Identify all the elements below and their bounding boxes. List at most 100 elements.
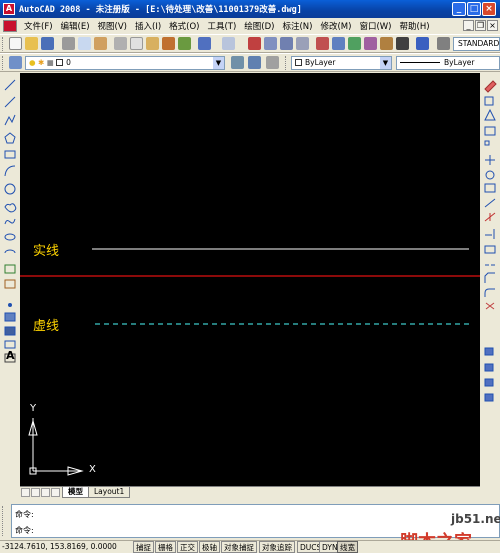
- cut-icon[interactable]: [114, 37, 127, 50]
- region-icon: [4, 340, 16, 349]
- last-tab-icon[interactable]: [51, 488, 60, 497]
- paste-icon[interactable]: [146, 37, 159, 50]
- menu-modify[interactable]: 修改(M): [316, 20, 355, 32]
- doc-restore-button[interactable]: ❐: [475, 20, 486, 31]
- help-icon[interactable]: [416, 37, 429, 50]
- zoom-previous-icon[interactable]: [296, 37, 309, 50]
- command-prompt[interactable]: 命令:: [15, 525, 34, 536]
- layer-previous-icon[interactable]: [248, 56, 261, 69]
- previous-tab-icon[interactable]: [31, 488, 40, 497]
- menu-file[interactable]: 文件(F): [20, 20, 57, 32]
- tool-palettes-icon[interactable]: [348, 37, 361, 50]
- redo-icon[interactable]: [222, 37, 235, 50]
- window-title: AutoCAD 2008 - 未注册版 - [E:\待处理\改善\1100137…: [19, 5, 302, 15]
- layer-on-icon: ●: [29, 58, 36, 67]
- autocad-logo-icon[interactable]: A: [3, 3, 15, 15]
- quickcalc-icon[interactable]: [396, 37, 409, 50]
- chevron-down-icon[interactable]: ▼: [380, 57, 391, 69]
- ortho-toggle[interactable]: 正交: [177, 541, 198, 553]
- mirror-icon: [484, 108, 496, 121]
- chevron-down-icon[interactable]: ▼: [213, 57, 224, 69]
- block-editor-icon[interactable]: [178, 37, 191, 50]
- erase-icon: [484, 80, 497, 93]
- tab-model[interactable]: 模型: [62, 487, 89, 498]
- copy-object-icon: [484, 96, 494, 106]
- zoom-window-icon[interactable]: [280, 37, 293, 50]
- next-tab-icon[interactable]: [41, 488, 50, 497]
- minimize-button[interactable]: _: [452, 2, 466, 16]
- toolbar-grip[interactable]: [2, 37, 5, 51]
- otrack-toggle[interactable]: 对象追踪: [259, 541, 295, 553]
- print-preview-icon[interactable]: [78, 37, 91, 50]
- maximize-button[interactable]: □: [467, 2, 481, 16]
- sheet-set-icon[interactable]: [364, 37, 377, 50]
- drawing-area[interactable]: 实线 虚线 Y X: [20, 73, 480, 486]
- offset-icon: [484, 126, 496, 136]
- break-icon: [484, 245, 496, 254]
- save-icon[interactable]: [41, 37, 54, 50]
- ucs-icon: [28, 418, 84, 476]
- lineweight-toggle[interactable]: 线宽: [337, 541, 358, 553]
- line-icon: [4, 79, 16, 91]
- menu-draw[interactable]: 绘图(D): [240, 20, 278, 32]
- layer-combo[interactable]: ● ✱ ■ 0 ▼: [25, 56, 225, 70]
- spline-icon: [4, 218, 16, 225]
- document-icon[interactable]: [3, 20, 17, 32]
- grid-toggle[interactable]: 栅格: [155, 541, 176, 553]
- text-style-combo[interactable]: STANDARD: [453, 37, 500, 51]
- first-tab-icon[interactable]: [21, 488, 30, 497]
- pan-icon[interactable]: [248, 37, 261, 50]
- draw-toolbar: A: [0, 73, 20, 498]
- command-grip[interactable]: [2, 506, 8, 536]
- toolbar-grip[interactable]: [285, 56, 288, 70]
- doc-close-button[interactable]: ×: [487, 20, 498, 31]
- snap-toggle[interactable]: 捕捉: [133, 541, 154, 553]
- layers-toolbar: ● ✱ ■ 0 ▼ ByLayer ▼ ByLayer: [0, 53, 500, 72]
- osnap-toggle[interactable]: 对象捕捉: [221, 541, 257, 553]
- menu-tools[interactable]: 工具(T): [203, 20, 240, 32]
- undo-icon[interactable]: [198, 37, 211, 50]
- polar-toggle[interactable]: 极轴: [199, 541, 220, 553]
- coordinate-readout[interactable]: -3124.7610, 153.8169, 0.0000: [2, 542, 117, 551]
- menu-dimension[interactable]: 标注(N): [278, 20, 316, 32]
- new-icon[interactable]: [9, 37, 22, 50]
- multiline-text-icon: A: [6, 349, 15, 362]
- tab-layout1[interactable]: Layout1: [88, 487, 131, 498]
- copy-icon[interactable]: [130, 37, 143, 50]
- trim-icon: [484, 212, 496, 222]
- open-icon[interactable]: [25, 37, 38, 50]
- polyline-icon: [4, 114, 16, 126]
- linetype-combo[interactable]: ByLayer: [396, 56, 500, 70]
- markup-icon[interactable]: [380, 37, 393, 50]
- text-style-icon[interactable]: [437, 37, 450, 50]
- layer-state-icon[interactable]: [266, 56, 279, 69]
- color-combo[interactable]: ByLayer ▼: [291, 56, 392, 70]
- menu-insert[interactable]: 插入(I): [131, 20, 165, 32]
- ucs-y-label: Y: [30, 403, 37, 414]
- doc-minimize-button[interactable]: _: [463, 20, 474, 31]
- layout-tabs-bar: 模型 Layout1: [20, 486, 480, 498]
- match-properties-icon[interactable]: [162, 37, 175, 50]
- extend-icon: [485, 229, 495, 239]
- modify-toolbar: [480, 73, 500, 498]
- layer-manager-icon[interactable]: [9, 56, 22, 69]
- publish-icon[interactable]: [94, 37, 107, 50]
- menu-format[interactable]: 格式(O): [165, 20, 203, 32]
- menu-window[interactable]: 窗口(W): [355, 20, 395, 32]
- zoom-realtime-icon[interactable]: [264, 37, 277, 50]
- make-current-layer-icon[interactable]: [231, 56, 244, 69]
- design-center-icon[interactable]: [332, 37, 345, 50]
- circle-icon: [4, 183, 16, 195]
- menu-edit[interactable]: 编辑(E): [57, 20, 94, 32]
- properties-icon[interactable]: [316, 37, 329, 50]
- menu-view[interactable]: 视图(V): [94, 20, 131, 32]
- toolbar-grip[interactable]: [2, 56, 5, 70]
- stretch-icon: [484, 198, 496, 208]
- menu-help[interactable]: 帮助(H): [396, 20, 434, 32]
- print-icon[interactable]: [62, 37, 75, 50]
- point-icon: [8, 303, 12, 307]
- layer-color-swatch: [56, 59, 64, 66]
- fillet-icon: [484, 288, 495, 297]
- close-button[interactable]: ×: [482, 2, 496, 16]
- title-bar: A AutoCAD 2008 - 未注册版 - [E:\待处理\改善\11001…: [0, 0, 500, 18]
